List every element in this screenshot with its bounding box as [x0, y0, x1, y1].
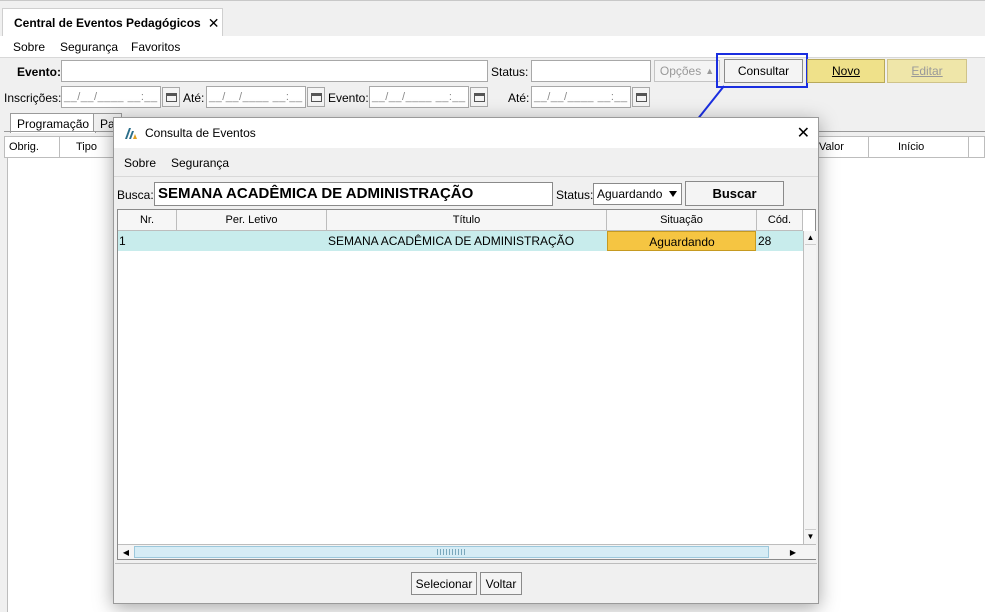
editar-label: Editar: [911, 64, 943, 78]
voltar-button[interactable]: Voltar: [480, 572, 522, 595]
cell-per-letivo: [177, 231, 327, 251]
dropdown-arrow-icon: [669, 191, 677, 197]
subtab-programacao[interactable]: Programação: [10, 113, 97, 133]
tab-title: Central de Eventos Pedagógicos: [14, 16, 201, 30]
selecionar-button[interactable]: Selecionar: [411, 572, 477, 595]
dialog-status-label: Status:: [556, 188, 594, 202]
cell-titulo: SEMANA ACADÊMICA DE ADMINISTRAÇÃO: [328, 234, 575, 248]
close-icon[interactable]: ✕: [208, 15, 220, 32]
consulta-eventos-dialog: Consulta de Eventos ✕ Sobre Segurança Bu…: [113, 117, 819, 604]
inscricoes-label: Inscrições:: [4, 91, 62, 105]
busca-input[interactable]: SEMANA ACADÊMICA DE ADMINISTRAÇÃO: [154, 182, 553, 206]
th-nr[interactable]: Nr.: [118, 210, 177, 231]
opcoes-label: Opções: [659, 64, 702, 78]
triangle-up-icon: ▲: [705, 66, 715, 76]
cell-nr: 1: [119, 234, 126, 248]
evento-input[interactable]: [61, 60, 488, 82]
status-label: Status:: [491, 65, 529, 79]
evento-date-input[interactable]: __/__/____ __:__: [369, 86, 469, 108]
cell-cod: 28: [758, 234, 772, 248]
calendar-icon[interactable]: [470, 87, 488, 107]
voltar-label: Voltar: [485, 576, 517, 591]
table-row[interactable]: 1 SEMANA ACADÊMICA DE ADMINISTRAÇÃO Agua…: [118, 231, 803, 251]
dialog-menu-bar: Sobre Segurança: [114, 148, 818, 177]
horizontal-scrollbar[interactable]: ◀ ▶: [118, 544, 816, 559]
buscar-label: Buscar: [712, 186, 757, 201]
selecionar-label: Selecionar: [415, 576, 473, 591]
tab-bar: Central de Eventos Pedagógicos ✕: [0, 0, 985, 37]
ate2-label: Até:: [508, 91, 530, 105]
col-obrig: Obrig.: [5, 137, 60, 157]
col-inicio: Início: [869, 137, 969, 157]
evento-date-label: Evento:: [328, 91, 369, 105]
scroll-right-icon[interactable]: ▶: [787, 546, 799, 558]
results-table: Nr. Per. Letivo Título Situação Cód. 1 S…: [117, 209, 816, 560]
main-menu-bar: Sobre Segurança Favoritos: [0, 36, 985, 58]
inscricoes-date-input[interactable]: __/__/____ __:__: [61, 86, 161, 108]
th-cod[interactable]: Cód.: [757, 210, 803, 231]
scroll-down-icon[interactable]: ▼: [805, 529, 816, 543]
status-input[interactable]: [531, 60, 651, 82]
menu-favoritos[interactable]: Favoritos: [131, 40, 180, 54]
ate-label: Até:: [183, 91, 205, 105]
consultar-label: Consultar: [737, 64, 790, 78]
dialog-menu-sobre[interactable]: Sobre: [124, 156, 156, 170]
evento-label: Evento:: [17, 65, 62, 79]
vertical-scrollbar[interactable]: ▲ ▼: [803, 231, 816, 544]
th-per-letivo[interactable]: Per. Letivo: [177, 210, 327, 231]
grip-icon: [437, 549, 467, 555]
close-icon[interactable]: ✕: [797, 123, 810, 143]
calendar-icon[interactable]: [307, 87, 325, 107]
menu-seguranca[interactable]: Segurança: [60, 40, 118, 54]
calendar-icon[interactable]: [162, 87, 180, 107]
th-situacao[interactable]: Situação: [607, 210, 757, 231]
novo-label: Novo: [831, 64, 860, 78]
col-valor: Valor: [815, 137, 869, 157]
menu-sobre[interactable]: Sobre: [13, 40, 45, 54]
scroll-up-icon[interactable]: ▲: [805, 231, 816, 245]
ate2-date-input[interactable]: __/__/____ __:__: [531, 86, 631, 108]
buscar-button[interactable]: Buscar: [685, 181, 784, 206]
scroll-thumb[interactable]: [134, 546, 769, 558]
status-select[interactable]: Aguardando: [593, 183, 682, 205]
ate-date-input[interactable]: __/__/____ __:__: [206, 86, 306, 108]
consultar-button[interactable]: Consultar: [724, 59, 803, 83]
th-titulo[interactable]: Título: [327, 210, 607, 231]
status-select-value: Aguardando: [597, 187, 663, 201]
app-logo-icon: [125, 128, 137, 139]
dialog-title-bar: Consulta de Eventos ✕: [114, 118, 818, 148]
dialog-menu-seguranca[interactable]: Segurança: [171, 156, 229, 170]
dialog-footer: Selecionar Voltar: [115, 563, 817, 603]
dialog-title: Consulta de Eventos: [145, 126, 256, 140]
tab-central-eventos[interactable]: Central de Eventos Pedagógicos ✕: [2, 8, 223, 37]
calendar-icon[interactable]: [632, 87, 650, 107]
opcoes-button[interactable]: Opções ▲: [654, 60, 720, 82]
scroll-left-icon[interactable]: ◀: [120, 546, 132, 558]
busca-label: Busca:: [117, 188, 154, 202]
editar-button[interactable]: Editar: [887, 59, 967, 83]
cell-situacao: Aguardando: [607, 231, 756, 251]
novo-button[interactable]: Novo: [807, 59, 885, 83]
